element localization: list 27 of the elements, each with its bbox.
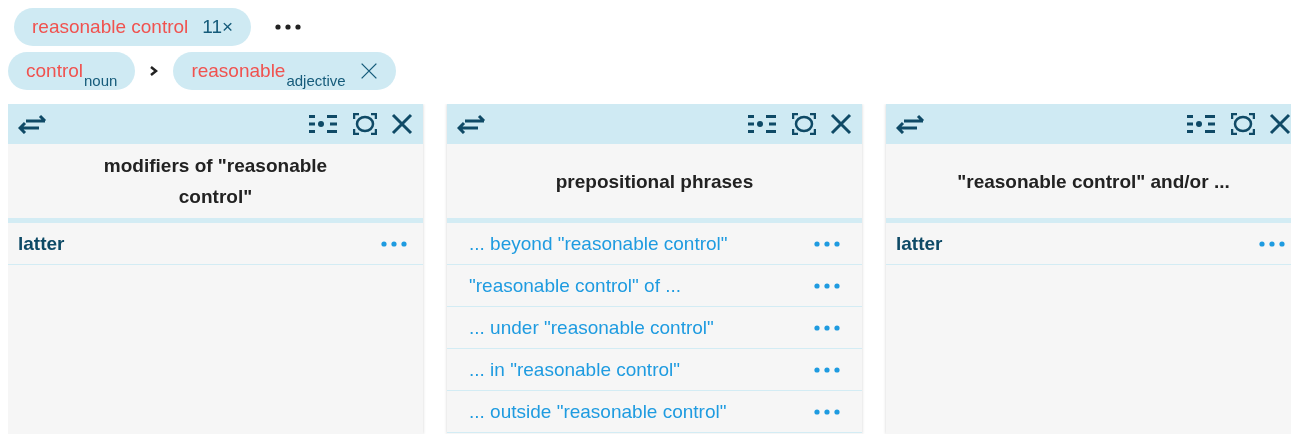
swap-arrows-icon[interactable] <box>457 114 487 134</box>
result-row[interactable]: latter <box>8 223 423 265</box>
path-word: control <box>26 60 84 82</box>
close-icon[interactable] <box>830 113 852 135</box>
swap-arrows-icon[interactable] <box>896 114 926 134</box>
close-icon[interactable] <box>391 113 413 135</box>
chevron-icon <box>149 65 160 77</box>
focus-frame-icon[interactable] <box>1231 113 1255 135</box>
dotted-list-icon[interactable] <box>1187 114 1217 134</box>
panel-title: prepositional phrases <box>447 144 862 223</box>
close-icon[interactable] <box>359 62 378 80</box>
close-icon[interactable] <box>1269 113 1291 135</box>
dotted-list-icon[interactable] <box>748 114 778 134</box>
path-word: reasonable <box>191 60 286 82</box>
occurrence-count: 11× <box>202 16 234 38</box>
dotted-list-icon[interactable] <box>309 114 339 134</box>
panel-title: modifiers of "reasonable control" <box>8 144 423 223</box>
query-chip[interactable]: reasonable control 11× <box>14 8 252 46</box>
panel-title: "reasonable control" and/or ... <box>886 144 1291 223</box>
part-of-speech: noun <box>84 72 118 89</box>
query-text: reasonable control <box>32 16 189 38</box>
part-of-speech: adjective <box>286 72 346 89</box>
more-icon[interactable] <box>275 24 302 30</box>
result-row[interactable]: latter <box>886 223 1291 265</box>
swap-arrows-icon[interactable] <box>18 114 48 134</box>
focus-frame-icon[interactable] <box>353 113 377 135</box>
focus-frame-icon[interactable] <box>792 113 816 135</box>
